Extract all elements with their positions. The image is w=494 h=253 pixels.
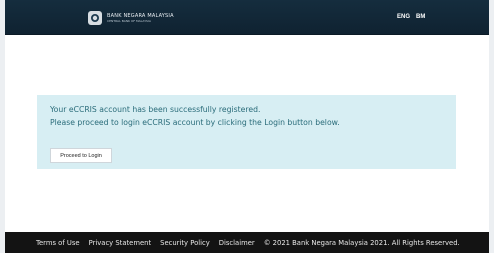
footer-disclaimer-link[interactable]: Disclaimer (219, 239, 255, 247)
footer-security-link[interactable]: Security Policy (160, 239, 210, 247)
bank-logo-mark-icon (91, 14, 99, 22)
footer-links: Terms of Use Privacy Statement Security … (36, 239, 460, 247)
success-message-line-2: Please proceed to login eCCRIS account b… (50, 118, 340, 127)
proceed-to-login-button[interactable]: Proceed to Login (50, 148, 112, 163)
footer-copyright: © 2021 Bank Negara Malaysia 2021. All Ri… (263, 239, 460, 247)
footer-privacy-link[interactable]: Privacy Statement (89, 239, 152, 247)
footer-terms-link[interactable]: Terms of Use (36, 239, 80, 247)
page-footer: Terms of Use Privacy Statement Security … (5, 232, 489, 253)
language-eng-link[interactable]: ENG (397, 14, 410, 20)
bank-logo-icon (88, 11, 102, 25)
logo-text: BANK NEGARA MALAYSIA (107, 12, 174, 19)
right-page-border (489, 0, 494, 253)
left-page-border (0, 0, 5, 253)
language-bm-link[interactable]: BM (416, 14, 425, 20)
success-message-line-1: Your eCCRIS account has been successfull… (50, 105, 261, 114)
bank-logo[interactable]: BANK NEGARA MALAYSIA CENTRAL BANK OF MAL… (88, 11, 174, 25)
registration-success-notice: Your eCCRIS account has been successfull… (37, 95, 456, 169)
top-navigation-bar: BANK NEGARA MALAYSIA CENTRAL BANK OF MAL… (5, 0, 489, 35)
logo-text-block: BANK NEGARA MALAYSIA CENTRAL BANK OF MAL… (107, 12, 174, 23)
logo-subtext: CENTRAL BANK OF MALAYSIA (107, 18, 151, 23)
